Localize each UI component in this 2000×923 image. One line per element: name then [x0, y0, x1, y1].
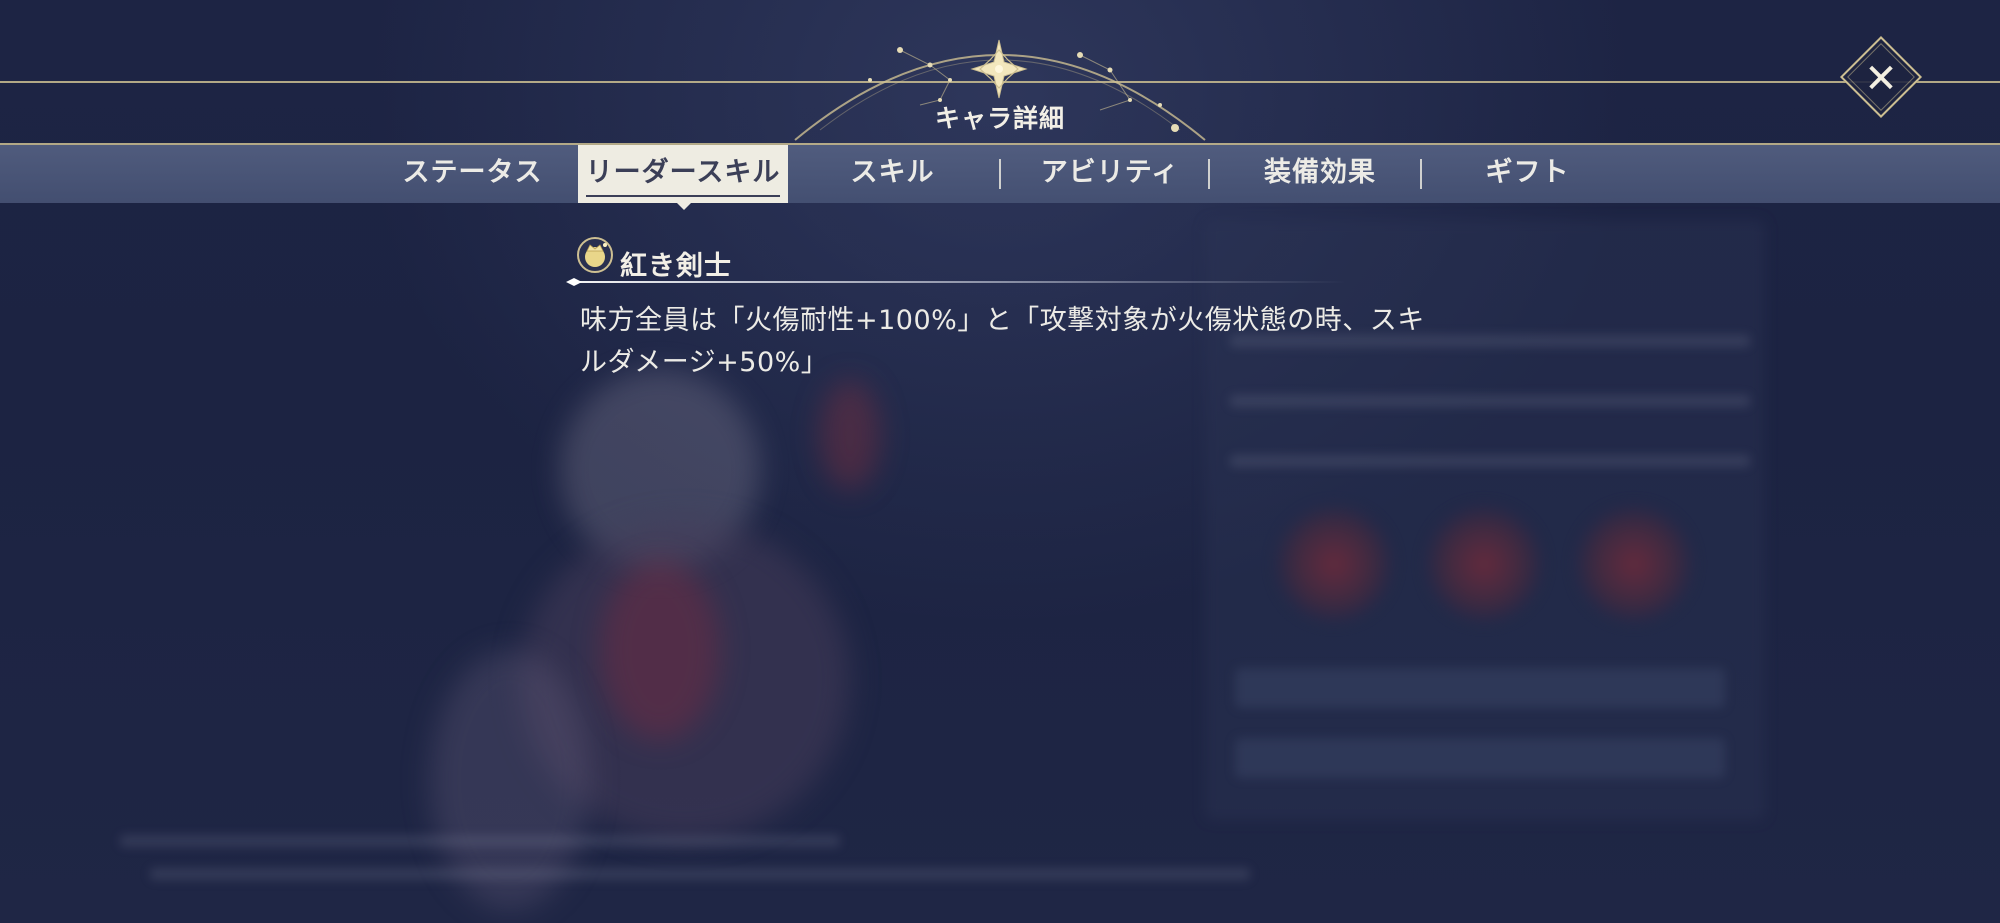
active-tab-pointer [676, 202, 692, 210]
tab-leader-skill-label: リーダースキル [585, 157, 781, 188]
blurred-button-2 [1235, 738, 1725, 778]
tab-leader-skill[interactable]: リーダースキル [578, 145, 788, 203]
close-button[interactable] [1839, 35, 1923, 119]
page-title: キャラ詳細 [934, 104, 1065, 133]
blurred-stat-row-3 [1230, 455, 1750, 467]
equipment-slot-3 [1575, 505, 1693, 623]
blurred-stat-row-2 [1230, 395, 1750, 407]
tab-status[interactable]: ステータス [385, 145, 560, 203]
tab-equipment-effect[interactable]: 装備効果 [1245, 145, 1395, 203]
leader-skill-description: 味方全員は「火傷耐性+100%」と「攻撃対象が火傷状態の時、スキルダメージ+50… [580, 305, 1425, 378]
character-detail [820, 380, 880, 490]
compass-star-icon [970, 39, 1028, 99]
tab-gift-label: ギフト [1485, 157, 1570, 188]
blurred-button-1 [1235, 668, 1725, 708]
character-accent [600, 560, 720, 740]
equipment-slot-2 [1425, 505, 1543, 623]
tab-skill[interactable]: スキル [830, 145, 955, 203]
equipment-slot-1 [1275, 505, 1393, 623]
tab-gift[interactable]: ギフト [1470, 145, 1585, 203]
tab-equipment-effect-label: 装備効果 [1264, 157, 1376, 188]
blurred-footer-text-1 [120, 835, 840, 847]
tab-divider [1420, 159, 1422, 189]
tab-divider [1208, 159, 1210, 189]
skill-title-divider [566, 278, 1346, 286]
tab-ability-label: アビリティ [1040, 157, 1180, 188]
tab-divider [999, 159, 1001, 189]
tab-status-label: ステータス [402, 157, 543, 188]
crown-badge-icon [577, 237, 613, 273]
active-tab-underline [586, 195, 780, 197]
close-button-frame [1847, 43, 1915, 111]
tab-bar: ステータス リーダースキル スキル アビリティ 装備効果 ギフト [0, 145, 2000, 203]
tab-skill-label: スキル [850, 157, 935, 188]
blurred-footer-text-2 [150, 868, 1250, 880]
tab-ability[interactable]: アビリティ [1030, 145, 1190, 203]
